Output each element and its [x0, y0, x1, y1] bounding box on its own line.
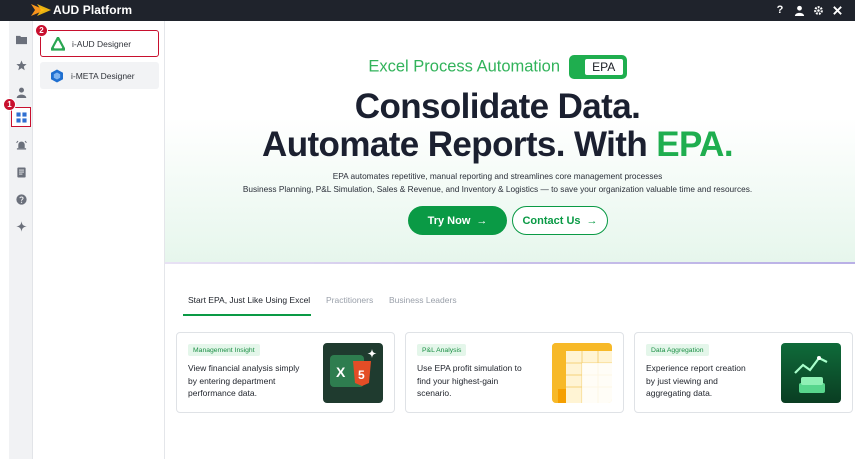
card-text-line: Use EPA profit simulation to [417, 363, 522, 373]
card-text-line: View financial analysis simply [188, 363, 300, 373]
step-badge-1: 1 [3, 98, 16, 111]
headline-prefix: Automate Reports. With [262, 125, 657, 164]
spreadsheet-grid-art [552, 343, 612, 403]
epa-tag: EPA [568, 55, 627, 79]
card-text-line: by just viewing and [646, 375, 718, 386]
menu-item-meta-designer[interactable]: i-META Designer [40, 62, 159, 89]
menu-item-label: i-AUD Designer [72, 38, 132, 49]
svg-text:X: X [336, 364, 346, 380]
star-icon [15, 59, 27, 70]
try-now-button[interactable]: Try Now → [408, 206, 507, 235]
excel-html5-art: X 5 [323, 343, 383, 403]
epa-tag-label: EPA [584, 59, 623, 75]
feature-card-pl-analysis[interactable]: P&L Analysis Use EPA profit simulation t… [405, 332, 624, 413]
contact-us-button[interactable]: Contact Us → [512, 206, 608, 235]
aud-logo-icon [31, 4, 51, 16]
headline-accent: EPA. [656, 125, 733, 164]
rail-item-folder[interactable] [11, 29, 31, 49]
alarm-icon [15, 140, 27, 150]
app-title: AUD Platform [53, 3, 133, 17]
rail-item-favorites[interactable] [11, 55, 31, 75]
hero-description-line1: EPA automates repetitive, manual reporti… [332, 171, 663, 181]
try-now-label: Try Now [427, 214, 471, 227]
title-bar: AUD Platform ? [0, 0, 855, 21]
document-icon [16, 166, 26, 178]
card-text-line: Experience report creation [646, 363, 746, 373]
help-icon [15, 193, 27, 205]
tab-business-leaders[interactable]: Business Leaders [389, 289, 457, 316]
user-icon[interactable] [793, 3, 805, 17]
grid-icon [15, 111, 27, 123]
feature-card-data-aggregation[interactable]: Data Aggregation Experience report creat… [634, 332, 853, 413]
main-content: Excel Process Automation EPA Consolidate… [165, 21, 855, 459]
hero-headline-line2: Automate Reports. With EPA. [165, 125, 830, 165]
close-icon[interactable] [831, 3, 843, 17]
rail-item-designers[interactable] [11, 107, 31, 127]
card-text: View financial analysis simply by enteri… [188, 362, 318, 400]
titlebar-actions: ? [774, 3, 843, 17]
card-text-line: by entering department [188, 375, 276, 386]
arrow-right-icon: → [476, 214, 488, 227]
hero-banner: Excel Process Automation EPA Consolidate… [165, 21, 855, 263]
card-text-line: find your highest-gain [417, 375, 499, 386]
card-tag: Management Insight [188, 344, 260, 356]
designer-panel: i-AUD Designer i-META Designer [33, 21, 165, 459]
aud-designer-icon [51, 36, 65, 51]
rail-item-document[interactable] [11, 162, 31, 182]
user-icon [16, 87, 26, 98]
menu-item-aud-designer[interactable]: i-AUD Designer [40, 30, 159, 57]
sparkle-icon [15, 220, 27, 232]
card-text-line: performance data. [188, 388, 257, 398]
arrow-right-icon: → [586, 214, 598, 227]
hero-description-line2: Business Planning, P&L Simulation, Sales… [242, 184, 753, 194]
eyebrow-text: Excel Process Automation [368, 57, 561, 76]
help-icon[interactable]: ? [774, 3, 786, 17]
rail-item-ai[interactable] [11, 216, 31, 236]
hero-headline-line1: Consolidate Data. [354, 87, 641, 126]
card-text-line: scenario. [417, 388, 452, 398]
folder-icon [15, 35, 27, 44]
svg-text:5: 5 [358, 368, 365, 382]
card-tag: P&L Analysis [417, 344, 467, 356]
left-rail [9, 21, 33, 459]
card-text: Use EPA profit simulation to find your h… [417, 362, 547, 400]
step-badge-2: 2 [35, 24, 48, 37]
tab-practitioners[interactable]: Practitioners [326, 289, 373, 316]
feature-card-management-insight[interactable]: Management Insight View financial analys… [176, 332, 395, 413]
rail-item-help[interactable] [11, 189, 31, 209]
audience-tabs: Start EPA, Just Like Using Excel Practit… [183, 289, 843, 317]
hero-divider [165, 262, 855, 264]
card-text: Experience report creation by just viewi… [646, 362, 776, 400]
chart-stack-art [781, 343, 841, 403]
rail-item-alarm[interactable] [11, 135, 31, 155]
card-text-line: aggregating data. [646, 388, 713, 398]
tab-start-epa[interactable]: Start EPA, Just Like Using Excel [183, 289, 311, 316]
card-tag: Data Aggregation [646, 344, 709, 356]
gear-icon[interactable] [812, 3, 824, 17]
menu-item-label: i-META Designer [71, 70, 135, 81]
hero-eyebrow: Excel Process Automation EPA [165, 55, 830, 79]
meta-designer-icon [51, 69, 63, 82]
contact-us-label: Contact Us [522, 214, 581, 227]
